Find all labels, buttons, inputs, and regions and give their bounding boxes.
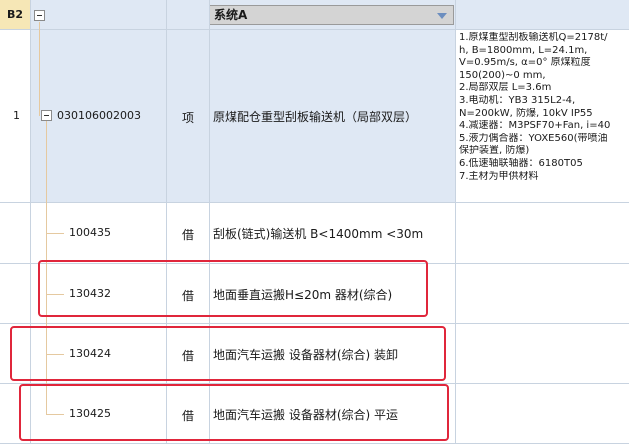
description-line: 1.原煤重型刮板输送机Q=2178t/	[459, 32, 608, 43]
row-code: 030106002003	[57, 109, 141, 122]
description-line: V=0.95m/s, α=0° 原煤粒度	[459, 57, 591, 69]
row-unit: 项	[182, 111, 195, 125]
collapse-all-icon[interactable]	[34, 10, 45, 21]
highlight-box	[38, 260, 428, 317]
description-line: h, B=1800mm, L=24.1m,	[459, 44, 588, 56]
description-line: N=200kW, 防爆, 10kV IP55	[459, 107, 593, 119]
collapse-row-icon[interactable]	[41, 110, 52, 121]
system-dropdown-value: 系统A	[214, 8, 248, 22]
system-dropdown[interactable]: 系统A	[209, 5, 454, 25]
description-line: 150(200)~0 mm,	[459, 69, 546, 81]
description-line: 7.主材为甲供材料	[459, 170, 539, 182]
highlight-box	[10, 326, 446, 381]
row-description: 1.原煤重型刮板输送机Q=2178t/ h, B=1800mm, L=24.1m…	[456, 30, 629, 202]
row-code: 100435	[69, 226, 111, 239]
description-line: 6.低速轴联轴器：6180T05	[459, 157, 583, 169]
row-name: 刮板(链式)输送机 B<1400mm <30m	[213, 227, 424, 241]
cell-ref-label: B2	[0, 0, 30, 29]
chevron-down-icon[interactable]	[437, 13, 447, 19]
description-line: 2.局部双层 L=3.6m	[459, 82, 552, 94]
quota-grid: B2 系统A 1 030106002003 项 原煤配仓重型刮板输送机（局部双层…	[0, 0, 629, 444]
highlight-box	[19, 384, 449, 441]
description-line: 保护装置, 防爆)	[459, 145, 530, 157]
description-line: 5.液力偶合器：YOXE560(带喷油	[459, 132, 608, 144]
row-name: 原煤配仓重型刮板输送机（局部双层）	[213, 110, 418, 124]
row-unit: 借	[182, 228, 195, 242]
description-line: 4.减速器：M3PSF70+Fan, i=40	[459, 120, 611, 132]
row-number: 1	[13, 109, 20, 122]
description-line: 3.电动机：YB3 315L2-4,	[459, 94, 576, 106]
